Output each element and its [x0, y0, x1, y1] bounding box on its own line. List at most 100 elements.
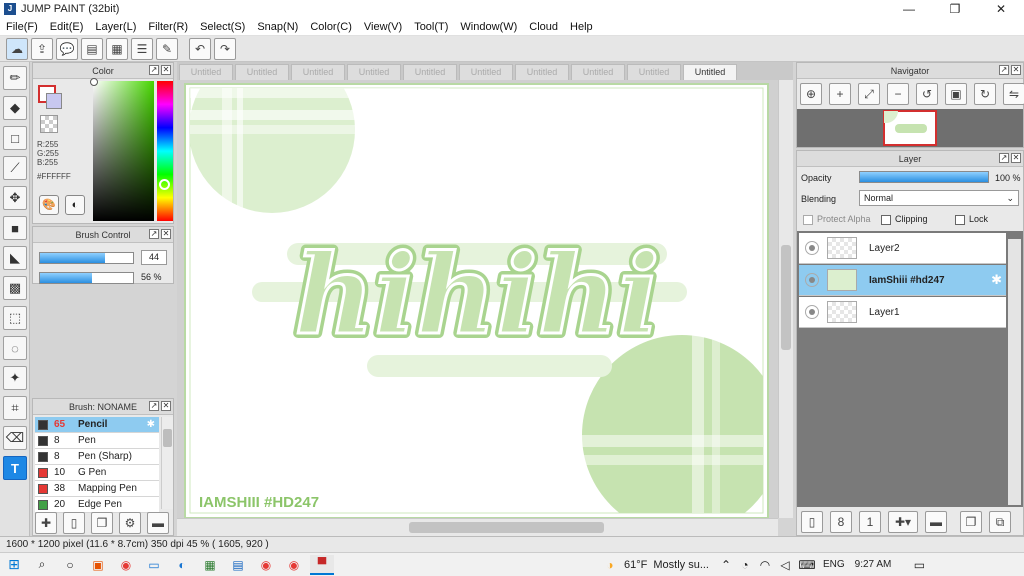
brush-opacity-slider[interactable]	[39, 272, 134, 284]
brush-size-slider[interactable]	[39, 252, 134, 264]
new-8bit-layer-icon[interactable]: 8	[830, 511, 852, 533]
clipping-checkbox[interactable]: Clipping	[881, 214, 928, 225]
add-layer-menu-icon[interactable]: ✚▾	[888, 511, 918, 533]
menu-view[interactable]: View(V)	[358, 21, 408, 33]
text-tool-icon[interactable]: T	[3, 456, 27, 480]
panel-float-icon[interactable]: ↗	[999, 65, 1009, 75]
canvas-area[interactable]: hihihi hihihi IAMSHIII #HD247	[177, 80, 778, 518]
brush-list-item[interactable]: 8 Pen	[35, 433, 159, 449]
tab-untitled[interactable]: Untitled	[291, 64, 345, 80]
visibility-eye-icon[interactable]	[805, 305, 819, 319]
new-layer-icon[interactable]: ▯	[801, 511, 823, 533]
minimize-button[interactable]: —	[886, 0, 932, 18]
powerpoint-icon[interactable]: ▣	[86, 555, 110, 575]
network-icon[interactable]: ◔	[737, 555, 753, 575]
visibility-eye-icon[interactable]	[805, 273, 819, 287]
panel-close-icon[interactable]: ✕	[161, 65, 171, 75]
tab-untitled[interactable]: Untitled	[347, 64, 401, 80]
volume-icon[interactable]: ◁	[777, 555, 793, 575]
fill-rect-tool-icon[interactable]: ■	[3, 216, 27, 240]
palette-icon[interactable]: 🎨	[39, 195, 59, 215]
line-tool-icon[interactable]: ⟋	[3, 156, 27, 180]
move-tool-icon[interactable]: ✥	[3, 186, 27, 210]
brush-list-item[interactable]: 65 Pencil ✱	[35, 417, 159, 433]
panel-float-icon[interactable]: ↗	[149, 401, 159, 411]
select-pen-tool-icon[interactable]: ⌗	[3, 396, 27, 420]
eraser-tool-icon[interactable]: ◆	[3, 96, 27, 120]
visibility-eye-icon[interactable]	[805, 241, 819, 255]
protect-alpha-checkbox[interactable]: Protect Alpha	[803, 214, 871, 225]
cloud-icon[interactable]: ☁	[6, 37, 28, 60]
tab-untitled[interactable]: Untitled	[627, 64, 681, 80]
notification-icon[interactable]: ▭	[911, 555, 927, 575]
list-icon[interactable]: ☰	[131, 37, 153, 60]
bucket-tool-icon[interactable]: ◣	[3, 246, 27, 270]
panel-float-icon[interactable]: ↗	[999, 153, 1009, 163]
brush-copy-icon[interactable]: ❐	[91, 512, 113, 534]
brush-list-item[interactable]: 20 Edge Pen	[35, 497, 159, 513]
brush-tool-icon[interactable]: ✏	[3, 66, 27, 90]
select-eraser-tool-icon[interactable]: ⌫	[3, 426, 27, 450]
menu-filter[interactable]: Filter(R)	[142, 21, 194, 33]
canvas-vertical-scrollbar[interactable]	[778, 80, 793, 518]
brush-folder-icon[interactable]: ▬	[147, 512, 169, 534]
clock[interactable]: 9:27 AM	[855, 559, 892, 570]
merge-layer-icon[interactable]: ⧉	[989, 511, 1011, 533]
tray-chevron-icon[interactable]: ⌃	[719, 555, 733, 575]
menu-select[interactable]: Select(S)	[194, 21, 251, 33]
menu-help[interactable]: Help	[564, 21, 599, 33]
rectangle-tool-icon[interactable]: □	[3, 126, 27, 150]
menu-tool[interactable]: Tool(T)	[408, 21, 454, 33]
palette-picker-icon[interactable]: ◐	[65, 195, 85, 215]
menu-cloud[interactable]: Cloud	[523, 21, 564, 33]
panel-float-icon[interactable]: ↗	[149, 229, 159, 239]
panel-close-icon[interactable]: ✕	[161, 229, 171, 239]
brush-settings-icon[interactable]: ⚙	[119, 512, 141, 534]
menu-window[interactable]: Window(W)	[454, 21, 523, 33]
share-icon[interactable]: ⇪	[31, 37, 53, 60]
layer-list-scrollbar[interactable]	[1008, 239, 1021, 505]
menu-layer[interactable]: Layer(L)	[89, 21, 142, 33]
chrome-second-icon[interactable]: ◉	[282, 555, 306, 575]
duplicate-layer-icon[interactable]: ❐	[960, 511, 982, 533]
gear-icon[interactable]: ✱	[991, 272, 1002, 288]
tab-untitled[interactable]: Untitled	[403, 64, 457, 80]
chrome-profile-icon[interactable]: ◉	[254, 555, 278, 575]
zoom-fit-icon[interactable]: ⊕	[800, 83, 822, 105]
fit-window-icon[interactable]: ▣	[945, 83, 967, 105]
panel-close-icon[interactable]: ✕	[1011, 65, 1021, 75]
lock-checkbox[interactable]: Lock	[955, 214, 988, 225]
redo-icon[interactable]: ↷	[214, 37, 236, 60]
gradient-tool-icon[interactable]: ▩	[3, 276, 27, 300]
checklist-icon[interactable]: ✎	[156, 37, 178, 60]
canvas-horizontal-scrollbar[interactable]	[177, 518, 778, 536]
layer-folder-icon[interactable]: ▬	[925, 511, 947, 533]
layer-row[interactable]: Layer1	[799, 297, 1006, 328]
layer-row[interactable]: IamShiii #hd247 ✱	[799, 265, 1006, 296]
menu-file[interactable]: File(F)	[0, 21, 44, 33]
brush-list-item[interactable]: 8 Pen (Sharp)	[35, 449, 159, 465]
search-icon[interactable]: ⌕	[30, 555, 54, 575]
maximize-button[interactable]: ❐	[932, 0, 978, 18]
hue-slider[interactable]	[157, 81, 173, 221]
tab-untitled[interactable]: Untitled	[571, 64, 625, 80]
panel-close-icon[interactable]: ✕	[1011, 153, 1021, 163]
flip-icon[interactable]: ⇋	[1003, 83, 1024, 105]
sub-color-swatch[interactable]	[46, 93, 62, 109]
menu-color[interactable]: Color(C)	[304, 21, 358, 33]
navigator-preview[interactable]	[797, 109, 1023, 147]
canvas-artwork[interactable]: hihihi hihihi IAMSHIII #HD247	[177, 80, 778, 518]
select-rect-tool-icon[interactable]: ⬚	[3, 306, 27, 330]
jump-paint-taskbar-icon[interactable]: ▀	[310, 554, 334, 575]
gear-icon[interactable]: ✱	[147, 419, 155, 430]
new-1bit-layer-icon[interactable]: 1	[859, 511, 881, 533]
zoom-in-icon[interactable]: +	[829, 83, 851, 105]
excel-icon[interactable]: ▦	[198, 555, 222, 575]
brush-add-icon[interactable]: ✚	[35, 512, 57, 534]
zoom-actual-icon[interactable]: ⤢	[858, 83, 880, 105]
wifi-icon[interactable]: ◠	[757, 555, 773, 575]
chat-icon[interactable]: ▤	[81, 37, 103, 60]
brush-list-item[interactable]: 38 Mapping Pen	[35, 481, 159, 497]
rotate-left-icon[interactable]: ↺	[916, 83, 938, 105]
tab-untitled[interactable]: Untitled	[515, 64, 569, 80]
